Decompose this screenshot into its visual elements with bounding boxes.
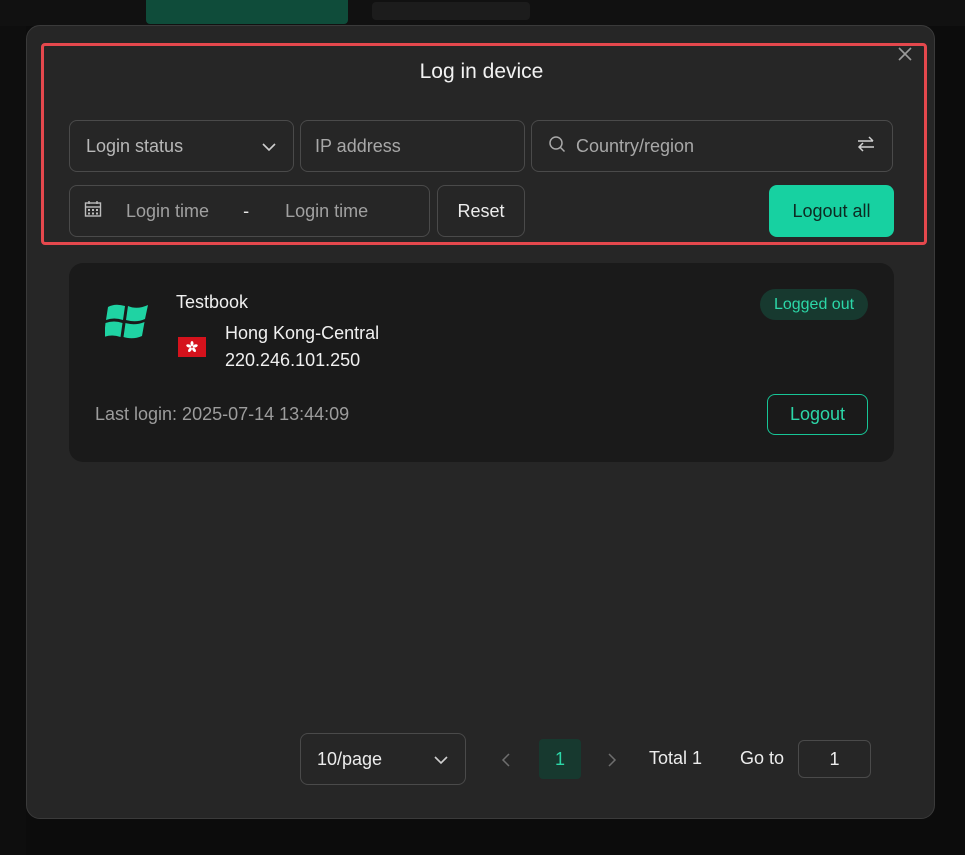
ip-address-field[interactable] <box>300 120 525 172</box>
chevron-down-icon <box>433 749 449 770</box>
page-size-value: 10/page <box>317 748 383 769</box>
swap-icon[interactable] <box>856 135 876 158</box>
page-size-select[interactable]: 10/page <box>300 733 466 785</box>
windows-icon <box>104 301 149 346</box>
background-app-pill <box>372 2 530 20</box>
date-separator: - <box>243 200 250 221</box>
goto-label: Go to <box>740 748 785 768</box>
login-status-placeholder: Login status <box>86 135 184 156</box>
country-region-field[interactable]: Country/region <box>531 120 893 172</box>
last-login-time: Last login: 2025-07-14 13:44:09 <box>95 404 350 424</box>
country-region-placeholder: Country/region <box>576 135 695 156</box>
logout-button[interactable]: Logout <box>767 394 868 435</box>
logout-all-button[interactable]: Logout all <box>769 185 894 237</box>
calendar-icon <box>84 200 102 223</box>
search-icon <box>548 135 566 158</box>
login-time-start[interactable]: Login time <box>126 201 209 222</box>
device-card: Testbook Hong Kong-Central 220.246.101.2… <box>69 263 894 462</box>
goto-page-field[interactable] <box>798 740 871 778</box>
login-devices-modal: Log in device Login status Country/regio… <box>26 25 935 819</box>
status-badge: Logged out <box>760 289 868 320</box>
hong-kong-flag-icon <box>178 337 206 357</box>
chevron-right-icon[interactable] <box>603 750 621 770</box>
login-status-select[interactable]: Login status <box>69 120 294 172</box>
total-count: Total 1 <box>649 748 703 768</box>
login-time-end[interactable]: Login time <box>285 201 368 222</box>
modal-title: Log in device <box>419 60 544 83</box>
background-app-button <box>146 0 348 24</box>
chevron-left-icon[interactable] <box>497 750 515 770</box>
reset-button[interactable]: Reset <box>437 185 525 237</box>
goto-page-input[interactable] <box>804 748 865 770</box>
device-name: Testbook <box>176 292 249 312</box>
login-time-range-picker[interactable]: Login time - Login time <box>69 185 430 237</box>
background-app-sidebar <box>0 26 26 855</box>
device-ip: 220.246.101.250 <box>225 350 361 370</box>
page-number-current[interactable]: 1 <box>539 739 581 779</box>
ip-address-input[interactable] <box>315 135 510 157</box>
chevron-down-icon <box>261 136 277 157</box>
device-location: Hong Kong-Central <box>225 323 380 343</box>
